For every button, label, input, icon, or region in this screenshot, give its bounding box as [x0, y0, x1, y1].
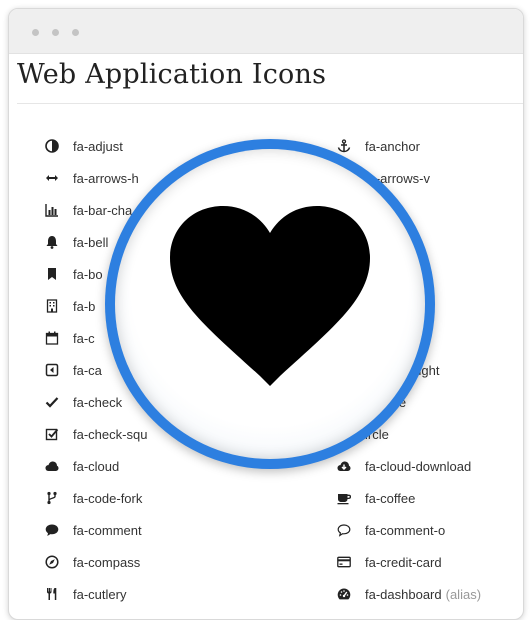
icon-label: fa-check [73, 394, 123, 410]
comment-icon [42, 522, 62, 538]
magnifier-glass [115, 149, 425, 459]
code-fork-icon [42, 490, 62, 506]
icon-label: fa-credit-card [365, 554, 442, 570]
icon-label: fa-dashboard [365, 586, 442, 602]
check-icon [42, 394, 62, 410]
check-square-icon [42, 426, 62, 442]
comment-o-icon [334, 522, 354, 538]
icon-label: fa-bo [73, 266, 103, 282]
heart-icon [170, 206, 370, 386]
icon-list-item[interactable]: fa-credit-card [334, 546, 523, 578]
icon-label: fa-comment [73, 522, 142, 538]
icon-label: fa-bell [73, 234, 109, 250]
icon-list-item[interactable]: fa-compass [42, 546, 262, 578]
calendar-icon [42, 330, 62, 346]
icon-label: fa-code-fork [73, 490, 143, 506]
icon-label: fa-cloud [73, 458, 120, 474]
page-title: Web Application Icons [17, 59, 327, 90]
icon-label: fa-coffee [365, 490, 416, 506]
window-control-dot[interactable] [72, 29, 79, 36]
icon-list-item[interactable]: fa-anchor [334, 130, 523, 162]
arrows-h-icon [42, 170, 62, 186]
icon-label: fa-cloud-download [365, 458, 472, 474]
icon-label: fa-anchor [365, 138, 420, 154]
icon-label: fa-b [73, 298, 96, 314]
icon-label: fa-arrows-h [73, 170, 139, 186]
dashboard-icon [334, 586, 354, 602]
icon-label: fa-comment-o [365, 522, 446, 538]
icon-list-item[interactable]: fa-code-fork [42, 482, 262, 514]
window-control-dot[interactable] [52, 29, 59, 36]
icon-list-item[interactable]: fa-coffee [334, 482, 523, 514]
bookmark-icon [42, 266, 62, 282]
icon-list-item[interactable]: fa-dashboard (alias) [334, 578, 523, 610]
compass-icon [42, 554, 62, 570]
cloud-download-icon [334, 458, 354, 474]
icon-label: fa-adjust [73, 138, 123, 154]
bell-icon [42, 234, 62, 250]
icon-label: fa-cutlery [73, 586, 127, 602]
icon-label: fa-bar-cha [73, 202, 133, 218]
cloud-icon [42, 458, 62, 474]
alias-note: (alias) [445, 586, 482, 602]
building-icon [42, 298, 62, 314]
icon-label: fa-c [73, 330, 95, 346]
window-titlebar [9, 9, 523, 54]
icon-list-item[interactable]: fa-comment-o [334, 514, 523, 546]
icon-label: fa-ca [73, 362, 102, 378]
window-control-dot[interactable] [32, 29, 39, 36]
adjust-icon [42, 138, 62, 154]
credit-card-icon [334, 554, 354, 570]
coffee-icon [334, 490, 354, 506]
icon-label: fa-compass [73, 554, 141, 570]
anchor-icon [334, 138, 354, 154]
cutlery-icon [42, 586, 62, 602]
title-divider [17, 103, 523, 104]
icon-label: fa-check-squ [73, 426, 148, 442]
icon-list-item[interactable]: fa-cloud-download [334, 450, 523, 482]
caret-square-left-icon [42, 362, 62, 378]
bar-chart-icon [42, 202, 62, 218]
icon-list-item[interactable]: fa-comment [42, 514, 262, 546]
magnifier-lens [105, 139, 435, 469]
icon-list-item[interactable]: fa-cutlery [42, 578, 262, 610]
